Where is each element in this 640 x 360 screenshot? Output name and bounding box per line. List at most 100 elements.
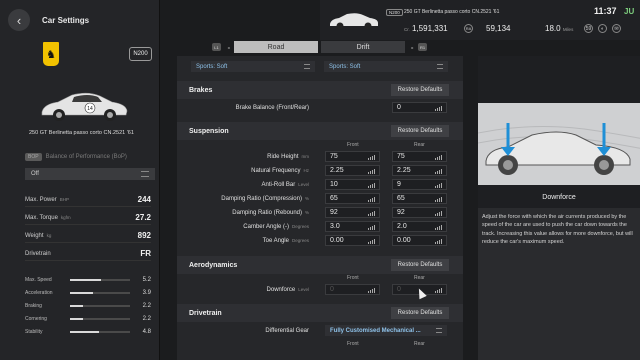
distance-value: 18.0 — [545, 24, 561, 33]
spec-label: Max. Power — [25, 196, 57, 203]
suspension-header: Suspension Restore Defaults — [177, 122, 463, 140]
downforce-front-field[interactable]: 0 — [325, 284, 380, 295]
tyre-front-select[interactable]: Sports: Soft — [191, 61, 315, 72]
front-field[interactable]: 92 — [325, 207, 380, 218]
menu-icon — [141, 171, 149, 177]
perf-bar-fill — [70, 279, 102, 281]
section-title: Suspension — [189, 127, 229, 135]
setting-label: Damping Ratio (Rebound)% — [232, 210, 309, 216]
perf-value: 2.2 — [142, 316, 151, 322]
col-rear: Rear — [414, 142, 425, 148]
adjust-icon — [368, 211, 375, 216]
setting-label: Damping Ratio (Compression)% — [221, 196, 309, 202]
rear-field[interactable]: 65 — [392, 193, 447, 204]
perf-value: 5.2 — [142, 277, 151, 283]
setting-row: Brake Balance (Front/Rear) 0 — [177, 102, 463, 115]
setting-row: Damping Ratio (Compression)% 65 65 — [177, 193, 463, 206]
restore-defaults-button[interactable]: Restore Defaults — [391, 84, 449, 96]
page-title: Car Settings — [42, 15, 90, 25]
adjust-icon — [368, 169, 375, 174]
perf-braking: Braking 2.2 — [25, 300, 151, 312]
setting-row: Toe Angle Degrees 0.00 0.00 — [177, 235, 463, 248]
tab-drift[interactable]: Drift — [321, 41, 405, 53]
perf-label: Acceleration — [25, 290, 53, 296]
rear-field[interactable]: 9 — [392, 179, 447, 190]
front-field[interactable]: 75 — [325, 151, 380, 162]
perf-bar-fill — [70, 318, 84, 320]
adjust-icon — [368, 239, 375, 244]
bop-tag: BOP — [25, 153, 42, 161]
downforce-diagram — [478, 103, 640, 185]
level-icon: 59 — [584, 24, 593, 33]
tyre-rear-select[interactable]: Sports: Soft — [324, 61, 448, 72]
rear-field[interactable]: 92 — [392, 207, 447, 218]
spec-label: Drivetrain — [25, 250, 51, 257]
front-field[interactable]: 3.0 — [325, 221, 380, 232]
perf-bar — [70, 279, 130, 281]
perf-cornering: Cornering 2.2 — [25, 313, 151, 325]
adjust-icon — [435, 183, 442, 188]
front-field[interactable]: 2.25 — [325, 165, 380, 176]
perf-value: 4.8 — [142, 329, 151, 335]
bop-select[interactable]: Off — [25, 168, 155, 180]
mileage-points: 59,134 — [486, 24, 511, 33]
col-rear: Rear — [414, 275, 425, 281]
setting-label: Natural Frequency Hz — [251, 168, 309, 174]
differential-select[interactable]: Fully Customised Mechanical ... — [325, 325, 447, 336]
distance-unit: Miles — [562, 27, 574, 32]
info-description: Adjust the force with which the air curr… — [482, 214, 633, 246]
col-front: Front — [347, 341, 359, 347]
restore-defaults-button[interactable]: Restore Defaults — [391, 259, 449, 271]
perf-bar — [70, 292, 130, 294]
perf-stability: Stability 4.8 — [25, 326, 151, 338]
tab-road[interactable]: Road — [234, 41, 318, 53]
perf-bar — [70, 331, 130, 333]
front-field[interactable]: 65 — [325, 193, 380, 204]
back-button[interactable]: ‹ — [8, 9, 30, 31]
spec-value: 27.2 — [135, 213, 151, 222]
front-field[interactable]: 10 — [325, 179, 380, 190]
adjust-icon — [435, 169, 442, 174]
adjust-icon — [368, 288, 375, 293]
bop-label: Balance of Performance (BoP) — [45, 154, 127, 160]
setting-label: Anti-Roll Bar Level — [261, 182, 309, 188]
perf-acceleration: Acceleration 3.9 — [25, 287, 151, 299]
clock-suffix: JU — [624, 7, 635, 16]
col-rear: Rear — [414, 341, 425, 347]
l1-key-icon: L1 — [212, 43, 221, 51]
aerodynamics-header: Aerodynamics Restore Defaults — [177, 256, 463, 274]
restore-defaults-button[interactable]: Restore Defaults — [391, 307, 449, 319]
car-name: 250 GT Berlinetta passo corto CN.2521 '6… — [29, 130, 134, 136]
perf-label: Braking — [25, 303, 42, 309]
setting-row: Differential Gear Fully Customised Mecha… — [177, 325, 463, 338]
section-title: Aerodynamics — [189, 261, 238, 269]
restore-defaults-button[interactable]: Restore Defaults — [391, 125, 449, 137]
mail-icon: ✉ — [612, 24, 621, 33]
rear-field[interactable]: 0.00 — [392, 235, 447, 246]
rear-field[interactable]: 75 — [392, 151, 447, 162]
info-description-box: Adjust the force with which the air curr… — [478, 208, 640, 360]
perf-max-speed: Max. Speed 5.2 — [25, 274, 151, 286]
r1-key-icon: R1 — [418, 43, 427, 51]
brake-balance-field[interactable]: 0 — [392, 102, 447, 113]
spec-unit: BHP — [59, 197, 69, 202]
adjust-icon — [368, 155, 375, 160]
perf-value: 3.9 — [142, 290, 151, 296]
rear-field[interactable]: 2.25 — [392, 165, 447, 176]
front-field[interactable]: 0.00 — [325, 235, 380, 246]
setting-row: Anti-Roll Bar Level 10 9 — [177, 179, 463, 192]
perf-bar — [70, 305, 130, 307]
section-title: Brakes — [189, 86, 213, 94]
menu-icon — [304, 64, 310, 69]
setting-label: Differential Gear — [265, 328, 309, 334]
chevron-left-icon: ‹ — [16, 12, 22, 28]
adjust-icon — [368, 183, 375, 188]
rear-field[interactable]: 2.0 — [392, 221, 447, 232]
settings-list[interactable]: Sports: Soft Sports: Soft Brakes Restore… — [177, 56, 463, 360]
bop-value: Off — [31, 171, 39, 177]
info-title: Downforce — [542, 194, 576, 201]
adjust-icon — [368, 197, 375, 202]
spec-value: FR — [140, 249, 151, 258]
field-value: 0 — [397, 104, 401, 111]
perf-value: 2.2 — [142, 303, 151, 309]
